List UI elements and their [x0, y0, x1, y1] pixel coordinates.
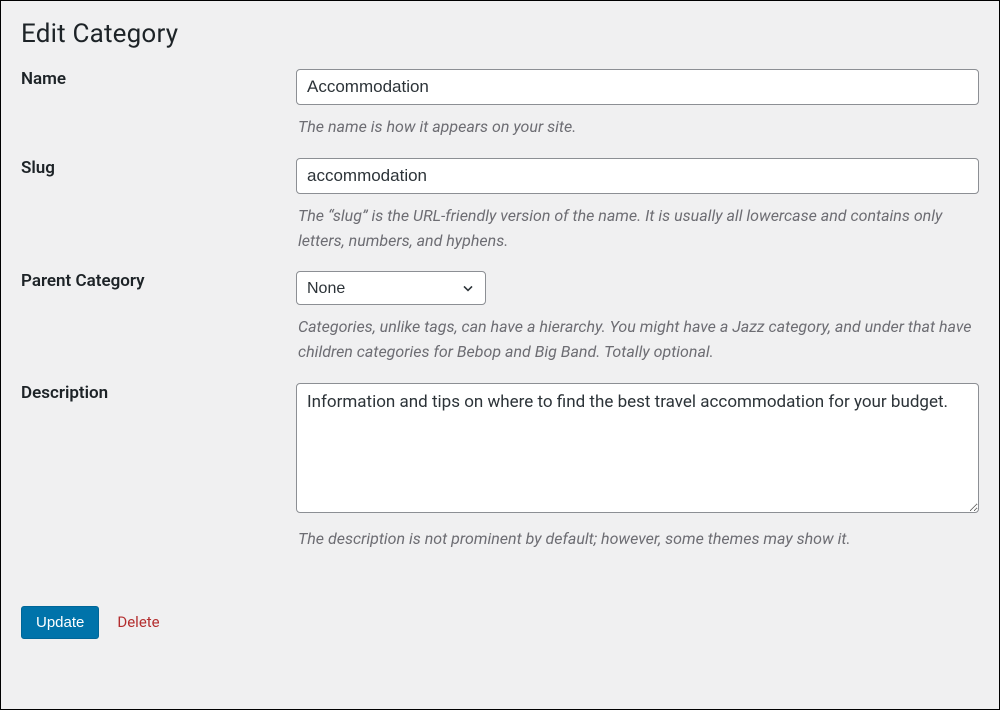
name-help: The name is how it appears on your site. [298, 115, 977, 140]
description-textarea[interactable] [296, 383, 979, 513]
slug-input[interactable] [296, 158, 979, 194]
update-button[interactable]: Update [21, 606, 99, 639]
name-input[interactable] [296, 69, 979, 105]
slug-label: Slug [21, 158, 55, 178]
form-table: Name The name is how it appears on your … [21, 69, 979, 570]
row-description: Description The description is not promi… [21, 383, 979, 570]
delete-link[interactable]: Delete [117, 613, 159, 631]
parent-help: Categories, unlike tags, can have a hier… [298, 315, 977, 365]
parent-select[interactable]: None [296, 271, 486, 305]
row-name: Name The name is how it appears on your … [21, 69, 979, 158]
slug-help: The “slug” is the URL-friendly version o… [298, 204, 977, 254]
row-parent: Parent Category None Categories, unlike … [21, 271, 979, 383]
description-help: The description is not prominent by defa… [298, 527, 977, 552]
edit-category-panel: Edit Category Name The name is how it ap… [0, 0, 1000, 710]
row-slug: Slug The “slug” is the URL-friendly vers… [21, 158, 979, 272]
form-actions: Update Delete [21, 606, 979, 639]
description-label: Description [21, 383, 108, 403]
name-label: Name [21, 69, 66, 89]
page-title: Edit Category [21, 19, 979, 49]
parent-label: Parent Category [21, 271, 145, 291]
